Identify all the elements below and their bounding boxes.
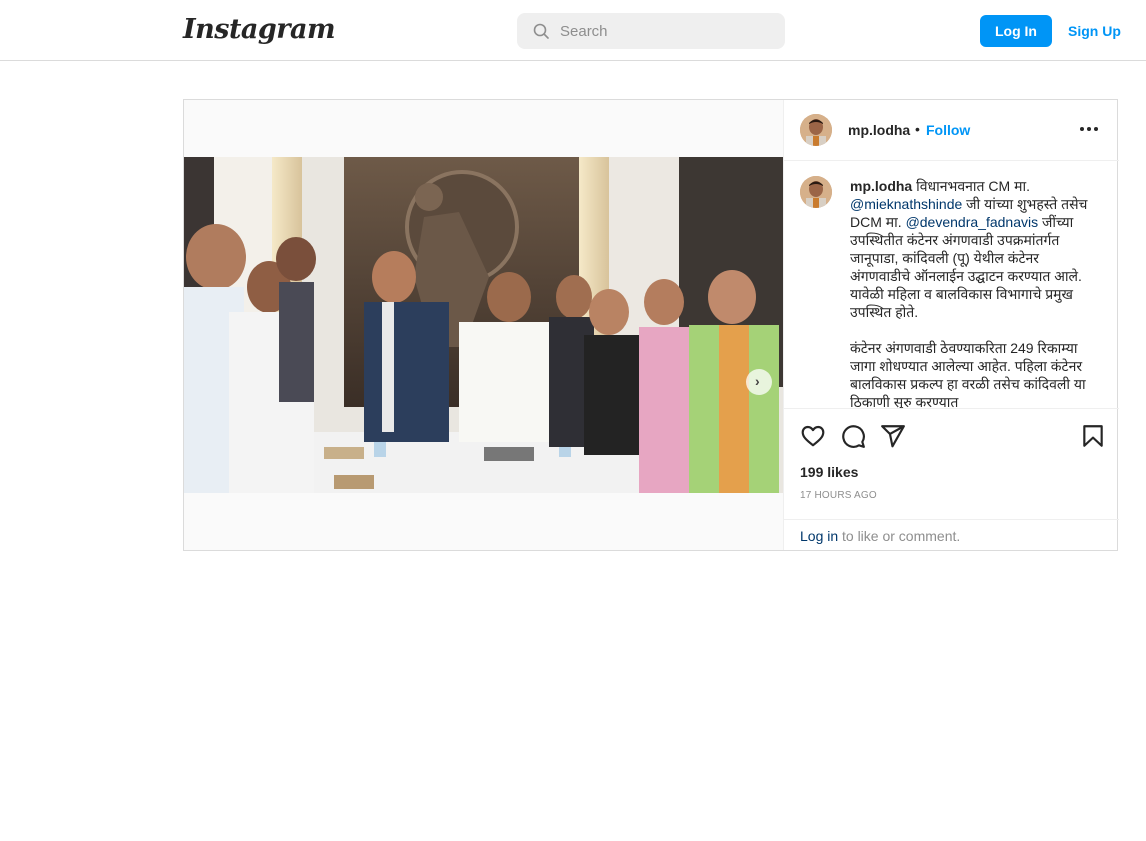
- avatar-image: [800, 114, 832, 146]
- search-icon: [533, 23, 549, 39]
- caption-avatar[interactable]: [800, 176, 832, 208]
- post-timestamp[interactable]: 17 HOURS AGO: [800, 490, 877, 501]
- post-username[interactable]: mp.lodha: [848, 122, 910, 138]
- separator-dot: •: [915, 121, 920, 137]
- caption-area[interactable]: mp.lodha विधानभवनात CM मा. @mieknathshin…: [784, 162, 1119, 408]
- signup-link[interactable]: Sign Up: [1068, 23, 1121, 39]
- mention-link[interactable]: @mieknathshinde: [850, 196, 962, 212]
- post-header: mp.lodha • Follow: [784, 100, 1119, 161]
- caption-text-1: विधानभवनात CM मा.: [912, 178, 1030, 194]
- caption-paragraph-2: कंटेनर अंगणवाडी ठेवण्याकरिता 249 रिकाम्य…: [850, 340, 1086, 408]
- login-link[interactable]: Log in: [800, 528, 838, 544]
- instagram-logo[interactable]: Instagram: [183, 14, 336, 45]
- post-sidebar: mp.lodha • Follow mp.lodha विधानभवनात CM…: [783, 100, 1119, 550]
- mention-link[interactable]: @devendra_fadnavis: [906, 214, 1039, 230]
- avatar-image: [800, 176, 832, 208]
- top-navigation-bar: Instagram Log In Sign Up: [0, 0, 1146, 61]
- bookmark-icon[interactable]: [1080, 423, 1106, 449]
- post-actions: 199 likes 17 HOURS AGO: [784, 408, 1119, 520]
- search-input[interactable]: [560, 13, 770, 49]
- share-icon[interactable]: [880, 423, 906, 449]
- carousel-next-button[interactable]: ›: [746, 369, 772, 395]
- post-photo[interactable]: ›: [184, 157, 783, 493]
- login-prompt: Log in to like or comment.: [784, 519, 1119, 550]
- login-prompt-text: to like or comment.: [842, 528, 961, 544]
- comment-icon[interactable]: [840, 423, 866, 449]
- login-button[interactable]: Log In: [980, 15, 1052, 47]
- follow-button[interactable]: Follow: [926, 122, 970, 138]
- avatar[interactable]: [800, 114, 832, 146]
- post-media: ›: [184, 100, 783, 550]
- caption-username[interactable]: mp.lodha: [850, 178, 912, 194]
- heart-icon[interactable]: [800, 423, 826, 449]
- likes-count[interactable]: 199 likes: [800, 464, 858, 480]
- group-photo-image: [184, 157, 783, 493]
- post-card: › mp.lodha • Follow mp.lodha विधानभवनात …: [183, 99, 1119, 551]
- more-options-icon[interactable]: [1080, 127, 1098, 131]
- caption-text: mp.lodha विधानभवनात CM मा. @mieknathshin…: [850, 177, 1100, 408]
- chevron-right-icon: ›: [755, 373, 760, 389]
- search-box[interactable]: [517, 13, 785, 49]
